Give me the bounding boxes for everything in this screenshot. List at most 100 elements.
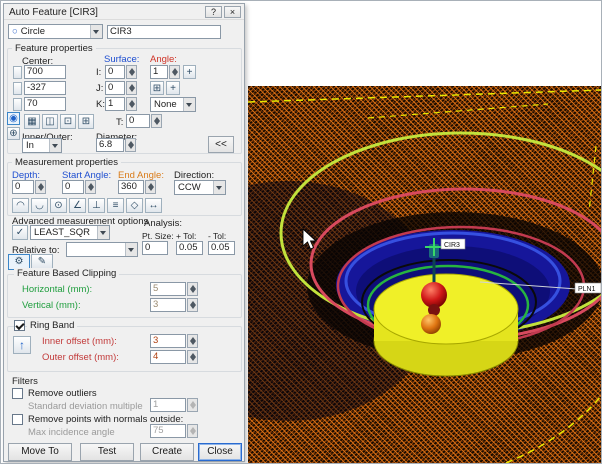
center-y-axis-button[interactable]: [13, 82, 22, 95]
target-toggle[interactable]: ⊕: [7, 127, 20, 140]
sample-hits-toggle[interactable]: ◉: [7, 112, 20, 125]
snap-icon-2[interactable]: ◫: [42, 114, 58, 129]
collapse-button[interactable]: <<: [208, 136, 234, 153]
diameter-input[interactable]: 6.8: [96, 138, 124, 152]
max-incidence-label: Max incidence angle: [28, 427, 115, 438]
best-fit-icon-button[interactable]: ✓: [12, 225, 28, 240]
close-button[interactable]: ×: [224, 6, 241, 18]
strategy-icon-6[interactable]: ≡: [107, 198, 124, 213]
center-y-input[interactable]: -327: [24, 81, 66, 95]
strategy-icon-5[interactable]: ⊥: [88, 198, 105, 213]
outer-offset-spinner[interactable]: [187, 350, 198, 364]
vertical-input[interactable]: 3: [150, 298, 186, 312]
remove-outliers-label: Remove outliers: [28, 388, 97, 399]
relative-to-dropdown[interactable]: [66, 242, 138, 257]
chevron-down-icon: [49, 139, 61, 152]
minus-tol-input[interactable]: 0.05: [208, 241, 235, 255]
k-spinner[interactable]: [126, 97, 137, 111]
feature-name-input[interactable]: CIR3: [107, 25, 221, 39]
end-angle-input[interactable]: 360: [118, 180, 144, 194]
chevron-down-icon: [97, 226, 109, 239]
horizontal-spinner[interactable]: [187, 282, 198, 296]
inner-offset-spinner[interactable]: [187, 334, 198, 348]
k-input[interactable]: 1: [105, 97, 125, 111]
circle-icon: ○: [12, 26, 18, 37]
diameter-spinner[interactable]: [125, 138, 136, 152]
dashed-edge-right: [589, 146, 596, 212]
j-spinner[interactable]: [126, 81, 137, 95]
cad-model-surface[interactable]: CIR3 PLN1: [248, 86, 601, 463]
i-spinner[interactable]: [126, 65, 137, 79]
angle-spinner[interactable]: [169, 65, 180, 79]
angle-label: Angle:: [150, 54, 177, 65]
strategy-icon-3[interactable]: ⊙: [50, 198, 67, 213]
algorithm-dropdown[interactable]: LEAST_SQR: [30, 225, 110, 240]
graphics-area[interactable]: CIR3 PLN1: [246, 1, 601, 463]
dialog-titlebar[interactable]: Auto Feature [CIR3] ? ×: [4, 4, 244, 20]
t-label: T:: [116, 117, 123, 128]
direction-dropdown[interactable]: CCW: [174, 180, 226, 195]
crosshair-icon-button[interactable]: +: [166, 81, 180, 95]
plus-tol-input[interactable]: 0.05: [176, 241, 203, 255]
snap-icon-3[interactable]: ⊡: [60, 114, 76, 129]
vertical-label: Vertical (mm):: [22, 300, 81, 311]
strategy-icon-7[interactable]: ◇: [126, 198, 143, 213]
help-button[interactable]: ?: [205, 6, 222, 18]
snap-icon-1[interactable]: ▦: [24, 114, 40, 129]
max-incidence-spinner[interactable]: [187, 424, 198, 438]
inner-offset-input[interactable]: 3: [150, 334, 186, 348]
close-dialog-button[interactable]: Close: [198, 443, 242, 461]
j-input[interactable]: 0: [105, 81, 125, 95]
depth-input[interactable]: 0: [12, 180, 34, 194]
start-angle-spinner[interactable]: [85, 180, 96, 194]
horizontal-label: Horizontal (mm):: [22, 284, 92, 295]
create-button[interactable]: Create: [140, 443, 194, 461]
move-to-button[interactable]: Move To: [8, 443, 72, 461]
t-input[interactable]: 0: [126, 114, 150, 128]
snap-icon-4[interactable]: ⊞: [78, 114, 94, 129]
center-x-input[interactable]: 700: [24, 65, 66, 79]
filters-header: Filters: [12, 376, 38, 387]
start-angle-input[interactable]: 0: [62, 180, 84, 194]
max-incidence-input[interactable]: 75: [150, 424, 186, 438]
i-input[interactable]: 0: [105, 65, 125, 79]
i-label: I:: [96, 67, 101, 78]
remove-outliers-checkbox[interactable]: [12, 388, 23, 399]
t-spinner[interactable]: [151, 114, 162, 128]
horizontal-input[interactable]: 5: [150, 282, 186, 296]
angle-input[interactable]: 1: [150, 65, 168, 79]
center-x-axis-button[interactable]: [13, 66, 22, 79]
vertical-spinner[interactable]: [187, 298, 198, 312]
depth-spinner[interactable]: [35, 180, 46, 194]
j-label: J:: [96, 83, 103, 94]
app-window: CIR3 PLN1 Auto Feature [CIR3] ? × ○Circl…: [0, 0, 602, 464]
direction-value: CCW: [178, 182, 201, 193]
cir3-marker-label: CIR3: [444, 242, 460, 249]
inner-outer-dropdown[interactable]: In: [22, 138, 62, 153]
strategy-icon-1[interactable]: ◠: [12, 198, 29, 213]
std-dev-spinner[interactable]: [187, 398, 198, 412]
center-z-input[interactable]: 70: [24, 97, 66, 111]
grid-icon-button[interactable]: ⊞: [150, 81, 164, 95]
strategy-icon-8[interactable]: ↔: [145, 198, 162, 213]
strategy-icon-2[interactable]: ◡: [31, 198, 48, 213]
inner-offset-label: Inner offset (mm):: [42, 336, 117, 347]
test-button[interactable]: Test: [80, 443, 134, 461]
none-value: None: [154, 99, 177, 110]
end-angle-spinner[interactable]: [145, 180, 156, 194]
feature-type-dropdown[interactable]: ○Circle: [8, 24, 103, 39]
remove-normals-checkbox[interactable]: [12, 414, 23, 425]
cylinder-top: [374, 274, 518, 344]
pt-size-input[interactable]: 0: [142, 241, 168, 255]
angle-pick-icon-button[interactable]: +: [183, 65, 196, 79]
measurement-properties-legend: Measurement properties: [12, 157, 121, 168]
none-dropdown[interactable]: None: [150, 97, 196, 112]
inner-outer-value: In: [26, 140, 34, 151]
strategy-icon-4[interactable]: ∠: [69, 198, 86, 213]
outer-offset-input[interactable]: 4: [150, 350, 186, 364]
center-z-axis-button[interactable]: [13, 98, 22, 111]
ring-band-arrow-button[interactable]: ↑: [13, 336, 31, 354]
dashed-edge-upper: [368, 104, 548, 118]
ring-band-checkbox[interactable]: [14, 320, 25, 331]
std-dev-input[interactable]: 1: [150, 398, 186, 412]
